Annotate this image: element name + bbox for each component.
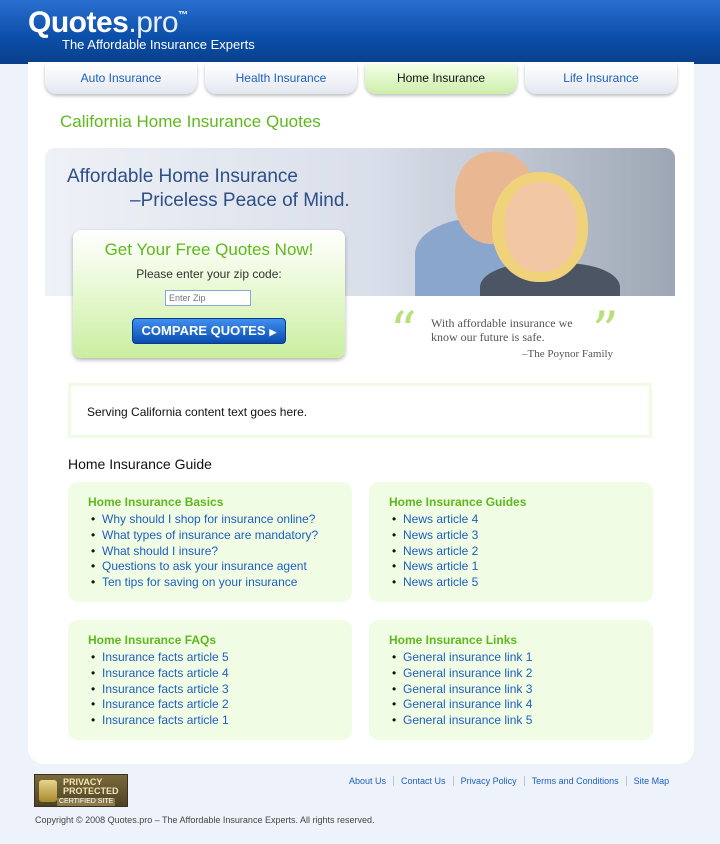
tagline: The Affordable Insurance Experts xyxy=(62,37,255,52)
content-box: Serving California content text goes her… xyxy=(68,383,652,438)
privacy-badge[interactable]: PRIVACY PROTECTED CERTIFIED SITE xyxy=(34,774,128,807)
list-item-link[interactable]: General insurance link 1 xyxy=(392,650,532,666)
compare-quotes-button[interactable]: COMPARE QUOTES ▶ xyxy=(132,318,286,344)
link-list: General insurance link 1 General insuran… xyxy=(392,650,532,729)
footer-link-about-us[interactable]: About Us xyxy=(342,776,393,786)
footer-link-terms[interactable]: Terms and Conditions xyxy=(523,776,626,786)
testimonial-text: With affordable insurance we know our fu… xyxy=(431,316,573,344)
hero-subheadline: –Priceless Peace of Mind. xyxy=(130,190,350,211)
card-links: Home Insurance Links General insurance l… xyxy=(369,620,653,740)
family-photo xyxy=(380,148,675,296)
compare-quotes-label: COMPARE QUOTES xyxy=(141,323,266,338)
logo[interactable]: Quotes.pro™ xyxy=(28,6,188,40)
testimonial-author: –The Poynor Family xyxy=(522,348,614,360)
list-item-link[interactable]: Insurance facts article 1 xyxy=(91,713,229,729)
card-title: Home Insurance FAQs xyxy=(88,633,217,647)
footer-link-privacy-policy[interactable]: Privacy Policy xyxy=(452,776,524,786)
badge-line3: CERTIFIED SITE xyxy=(57,798,116,806)
logo-pro: .pro xyxy=(128,6,179,39)
content-text: Serving California content text goes her… xyxy=(87,405,308,419)
guide-title: Home Insurance Guide xyxy=(68,456,212,472)
zip-input[interactable] xyxy=(165,290,251,306)
card-basics: Home Insurance Basics Why should I shop … xyxy=(68,482,352,602)
testimonial: “ With affordable insurance we know our … xyxy=(390,302,640,368)
list-item-link[interactable]: What types of insurance are mandatory? xyxy=(91,528,318,544)
list-item-link[interactable]: General insurance link 4 xyxy=(392,697,532,713)
logo-main: Quotes xyxy=(28,6,129,39)
site-header: Quotes.pro™ The Affordable Insurance Exp… xyxy=(0,0,720,64)
list-item-link[interactable]: News article 4 xyxy=(392,512,478,528)
list-item-link[interactable]: News article 3 xyxy=(392,528,478,544)
list-item-link[interactable]: Questions to ask your insurance agent xyxy=(91,559,318,575)
zip-prompt: Please enter your zip code: xyxy=(136,267,282,281)
card-guides: Home Insurance Guides News article 4 New… xyxy=(369,482,653,602)
page-title: California Home Insurance Quotes xyxy=(60,112,321,131)
list-item-link[interactable]: News article 5 xyxy=(392,575,478,591)
tab-auto-insurance[interactable]: Auto Insurance xyxy=(45,64,197,94)
footer-nav: About Us Contact Us Privacy Policy Terms an… xyxy=(342,776,677,786)
list-item-link[interactable]: General insurance link 3 xyxy=(392,682,532,698)
list-item-link[interactable]: Insurance facts article 5 xyxy=(91,650,229,666)
list-item-link[interactable]: Insurance facts article 4 xyxy=(91,666,229,682)
card-title: Home Insurance Basics xyxy=(88,495,224,509)
list-item-link[interactable]: Why should I shop for insurance online? xyxy=(91,512,318,528)
list-item-link[interactable]: Insurance facts article 2 xyxy=(91,697,229,713)
tab-health-insurance[interactable]: Health Insurance xyxy=(205,64,357,94)
woman-face xyxy=(505,182,577,272)
list-item-link[interactable]: News article 1 xyxy=(392,559,478,575)
list-item-link[interactable]: Insurance facts article 3 xyxy=(91,682,229,698)
card-faqs: Home Insurance FAQs Insurance facts arti… xyxy=(68,620,352,740)
tab-life-insurance[interactable]: Life Insurance xyxy=(525,64,677,94)
open-quote-icon: “ xyxy=(390,302,417,362)
copyright: Copyright © 2008 Quotes.pro – The Afford… xyxy=(35,815,375,825)
list-item-link[interactable]: General insurance link 2 xyxy=(392,666,532,682)
hero-headline: Affordable Home Insurance xyxy=(67,166,298,187)
arrow-right-icon: ▶ xyxy=(269,327,277,337)
footer-link-site-map[interactable]: Site Map xyxy=(625,776,677,786)
badge-line2: PROTECTED xyxy=(63,786,119,796)
tab-home-insurance[interactable]: Home Insurance xyxy=(365,64,517,94)
link-list: Why should I shop for insurance online? … xyxy=(91,512,318,591)
quote-form-title: Get Your Free Quotes Now! xyxy=(104,240,314,259)
link-list: Insurance facts article 5 Insurance fact… xyxy=(91,650,229,729)
list-item-link[interactable]: General insurance link 5 xyxy=(392,713,532,729)
logo-trademark: ™ xyxy=(178,10,188,21)
footer-link-contact-us[interactable]: Contact Us xyxy=(393,776,453,786)
list-item-link[interactable]: What should I insure? xyxy=(91,544,318,560)
link-list: News article 4 News article 3 News artic… xyxy=(392,512,478,591)
quote-form: Get Your Free Quotes Now! Please enter y… xyxy=(73,230,345,358)
card-title: Home Insurance Guides xyxy=(389,495,527,509)
lock-icon xyxy=(39,780,57,802)
card-title: Home Insurance Links xyxy=(389,633,518,647)
list-item-link[interactable]: Ten tips for saving on your insurance xyxy=(91,575,318,591)
list-item-link[interactable]: News article 2 xyxy=(392,544,478,560)
